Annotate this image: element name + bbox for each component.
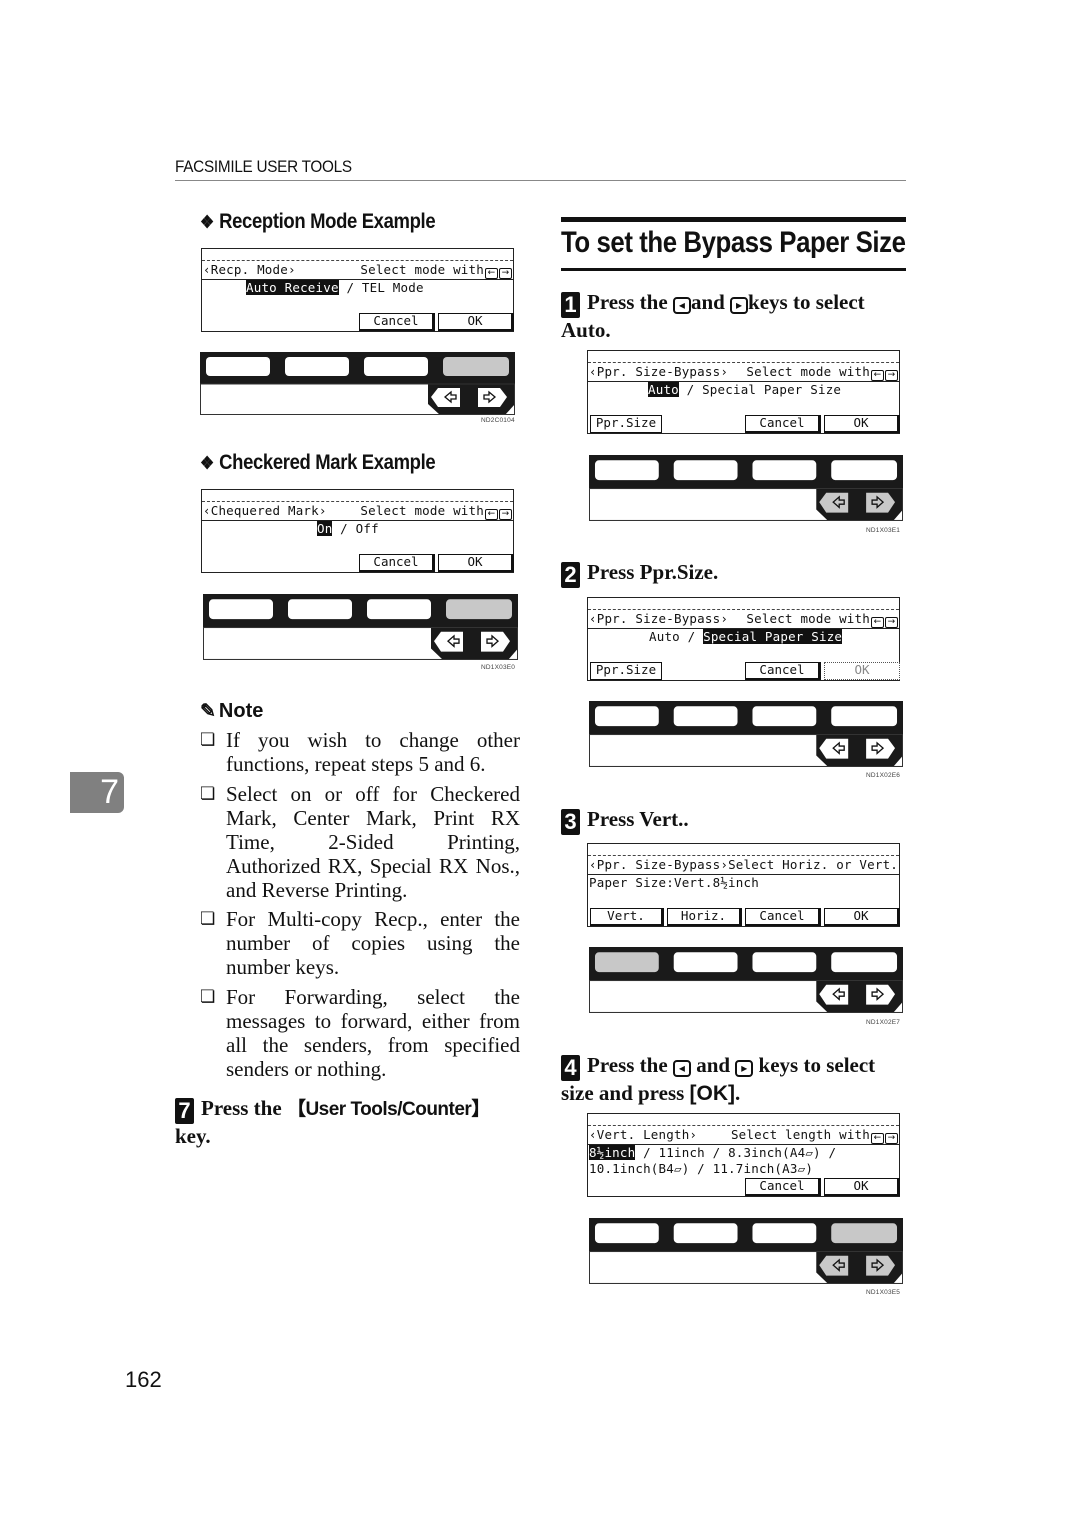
function-key-1 bbox=[206, 357, 270, 376]
left-arrow-icon: ← bbox=[871, 617, 884, 628]
lcd-options: On / Off bbox=[317, 521, 379, 536]
step-number: 2 bbox=[561, 562, 580, 588]
right-arrow-icon: → bbox=[885, 617, 898, 628]
lcd-step1: ‹Ppr. Size-Bypass› Select mode with ← → Au… bbox=[587, 350, 900, 434]
note-item: ❏ If you wish to change other functions,… bbox=[200, 728, 520, 776]
right-key-icon: ▸ bbox=[735, 1060, 754, 1077]
lcd-paper-size-line: Paper Size:Vert.8½inch bbox=[589, 875, 759, 890]
right-arrow-icon: → bbox=[885, 1133, 898, 1144]
keypad-panel bbox=[589, 947, 903, 1013]
keypad-panel bbox=[589, 1218, 903, 1284]
horiz-button[interactable]: Horiz. bbox=[667, 908, 742, 926]
ok-button[interactable]: OK bbox=[438, 313, 514, 331]
cancel-button[interactable]: Cancel bbox=[745, 908, 821, 926]
lcd-options: Auto Receive / TEL Mode bbox=[246, 280, 424, 295]
title-rule-top bbox=[561, 217, 906, 222]
right-arrow-icon: → bbox=[499, 268, 512, 279]
left-arrow-icon: ← bbox=[871, 370, 884, 381]
right-arrow-icon: → bbox=[499, 509, 512, 520]
selected-option[interactable]: Auto bbox=[648, 382, 679, 397]
keypad-panel bbox=[589, 455, 903, 521]
figure-code: ND1X03E1 bbox=[866, 527, 901, 534]
step-1: 1 Press the ◂ and ▸ keys to select Auto. bbox=[561, 290, 865, 342]
vert-button[interactable]: Vert. bbox=[590, 908, 664, 926]
step-2: 2 Press Ppr.Size. bbox=[561, 560, 906, 588]
ok-button[interactable]: OK bbox=[824, 1178, 900, 1196]
lcd-step3: ‹Ppr. Size-Bypass›Select Horiz. or Vert.… bbox=[587, 843, 900, 927]
figure-code: ND1X03E0 bbox=[481, 664, 516, 671]
keypad-panel bbox=[203, 594, 518, 660]
cancel-button[interactable]: Cancel bbox=[359, 554, 435, 572]
note-item: ❏ Select on or off for Checkered Mark, C… bbox=[200, 782, 520, 902]
section-title: To set the Bypass Paper Size bbox=[561, 226, 906, 259]
checkered-mark-example-heading: ❖ Checkered Mark Example bbox=[200, 451, 436, 474]
keypad-panel bbox=[589, 701, 903, 767]
cancel-button[interactable]: Cancel bbox=[745, 415, 821, 433]
ok-button-disabled: OK bbox=[824, 662, 900, 680]
keypad-panel bbox=[200, 352, 515, 415]
lcd-chequered-mark: ‹Chequered Mark› Select mode with ← → On /… bbox=[201, 489, 514, 573]
checkbox-bullet-icon: ❏ bbox=[200, 784, 216, 804]
diamond-bullet-icon: ❖ bbox=[200, 212, 214, 232]
checkbox-bullet-icon: ❏ bbox=[200, 987, 216, 1007]
function-key-4 bbox=[443, 357, 509, 376]
right-arrow-icon: → bbox=[885, 370, 898, 381]
lcd-options: Auto / Special Paper Size bbox=[648, 382, 842, 397]
reception-mode-example-heading: ❖ Reception Mode Example bbox=[200, 210, 436, 233]
title-rule-bottom bbox=[561, 268, 906, 271]
keypad-panel-graphic bbox=[200, 352, 515, 415]
left-arrow-icon: ← bbox=[871, 1133, 884, 1144]
step-number: 3 bbox=[561, 809, 580, 835]
step-3: 3 Press Vert.. bbox=[561, 807, 906, 835]
ok-button[interactable]: OK bbox=[824, 415, 900, 433]
figure-code: ND2C0104 bbox=[481, 417, 515, 424]
checkbox-bullet-icon: ❏ bbox=[200, 730, 216, 750]
function-key-3 bbox=[364, 357, 428, 376]
ppr-size-button[interactable]: Ppr.Size bbox=[590, 415, 662, 433]
cancel-button[interactable]: Cancel bbox=[745, 662, 821, 680]
figure-code: ND1X03E5 bbox=[866, 1289, 901, 1296]
selected-option[interactable]: Special Paper Size bbox=[703, 629, 843, 644]
lcd-title-row: ‹Recp. Mode› Select mode with ← → bbox=[202, 260, 513, 280]
step-number: 4 bbox=[561, 1055, 580, 1081]
chapter-tab: 7 bbox=[70, 772, 124, 813]
figure-code: ND1X02E7 bbox=[866, 1019, 901, 1026]
page-number: 162 bbox=[125, 1367, 162, 1392]
lcd-options-line-1: 8½inch / 11inch / 8.3inch(A4▱) / bbox=[589, 1145, 837, 1160]
lcd-reception-mode: ‹Recp. Mode› Select mode with ← → Auto Rec… bbox=[201, 248, 514, 332]
selected-option[interactable]: On bbox=[317, 521, 333, 536]
lcd-step4: ‹Vert. Length› Select length with ← → 8½in… bbox=[587, 1113, 900, 1197]
step-4: 4 Press the ◂ and ▸ keys to select size a… bbox=[561, 1053, 876, 1105]
selected-option[interactable]: 8½inch bbox=[589, 1145, 636, 1160]
diamond-bullet-icon: ❖ bbox=[200, 453, 214, 473]
step-number: 1 bbox=[561, 292, 580, 318]
note-item: ❏ For Multi-copy Recp., enter the number… bbox=[200, 907, 520, 979]
step-7: 7 Press the 【User Tools/Counter】 key. bbox=[175, 1096, 490, 1148]
figure-code: ND1X02E6 bbox=[866, 772, 901, 779]
ok-button[interactable]: OK bbox=[824, 908, 900, 926]
lcd-options-line-2[interactable]: 10.1inch(B4▱) / 11.7inch(A3▱) bbox=[589, 1161, 899, 1177]
ok-key-label: [OK] bbox=[689, 1082, 736, 1105]
left-arrow-icon: ← bbox=[485, 509, 498, 520]
cancel-button[interactable]: Cancel bbox=[359, 313, 435, 331]
right-key-icon: ▸ bbox=[730, 297, 749, 314]
pencil-icon: ✎ bbox=[200, 701, 216, 722]
running-title: FACSIMILE USER TOOLS bbox=[175, 157, 352, 176]
note-item: ❏ For Forwarding, select the messages to… bbox=[200, 985, 520, 1081]
user-tools-counter-key: 【User Tools/Counter】 bbox=[286, 1099, 490, 1120]
selected-option[interactable]: Auto Receive bbox=[246, 280, 339, 295]
note-heading: ✎ Note bbox=[200, 700, 264, 722]
checkbox-bullet-icon: ❏ bbox=[200, 909, 216, 929]
cancel-button[interactable]: Cancel bbox=[745, 1178, 821, 1196]
step-number: 7 bbox=[175, 1098, 194, 1124]
ok-button[interactable]: OK bbox=[438, 554, 514, 572]
ppr-size-button[interactable]: Ppr.Size bbox=[590, 662, 662, 680]
lcd-options: Auto / Special Paper Size bbox=[649, 629, 843, 644]
left-arrow-icon: ← bbox=[485, 268, 498, 279]
left-key-icon: ◂ bbox=[672, 1060, 691, 1077]
left-key-icon: ◂ bbox=[672, 297, 691, 314]
running-header: FACSIMILE USER TOOLS bbox=[175, 157, 906, 181]
lcd-step2: ‹Ppr. Size-Bypass› Select mode with ← → Au… bbox=[587, 597, 900, 681]
function-key-2 bbox=[285, 357, 349, 376]
